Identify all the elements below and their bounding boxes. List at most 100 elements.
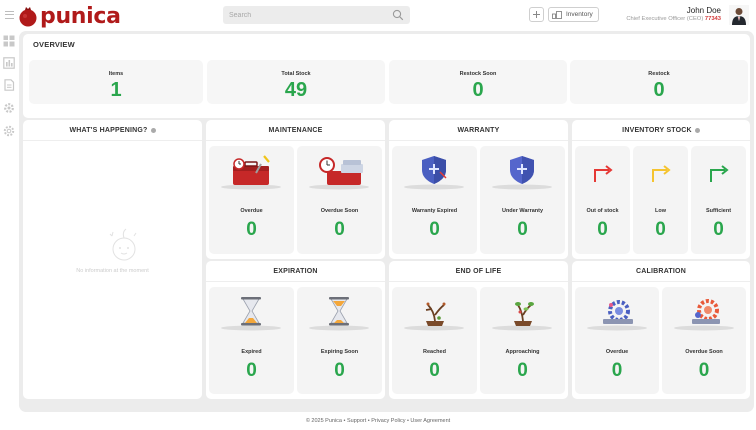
tile-value: 0 <box>611 360 623 381</box>
stat-value: 49 <box>284 79 308 101</box>
stat-value: 1 <box>110 79 122 101</box>
avatar[interactable] <box>729 5 749 25</box>
tile-label: Sufficient <box>705 208 732 214</box>
gear-machine-icon <box>674 299 734 331</box>
dashboard-icon[interactable] <box>3 35 15 47</box>
stat-label: Restock <box>648 71 670 77</box>
tile-label: Overdue Soon <box>320 208 359 214</box>
add-button[interactable] <box>529 7 544 22</box>
tile-label: Warranty Expired <box>411 208 458 214</box>
document-icon[interactable] <box>3 79 15 91</box>
stat-total-stock[interactable]: Total Stock 49 <box>207 60 385 104</box>
under-warranty-tile[interactable]: Under Warranty 0 <box>480 146 565 254</box>
tile-label: Low <box>655 208 666 214</box>
inventory-button-label: Inventory <box>566 11 593 18</box>
chart-icon[interactable] <box>3 57 15 69</box>
whats-happening-title: WHAT'S HAPPENING? <box>23 120 202 140</box>
pomegranate-icon <box>19 7 37 27</box>
tile-label: Expiring Soon <box>320 349 359 355</box>
end-of-life-title: END OF LIFE <box>455 267 502 275</box>
expiration-title: EXPIRATION <box>273 267 318 275</box>
info-icon[interactable] <box>694 127 700 133</box>
calibration-overdue-soon-tile[interactable]: Overdue Soon 0 <box>662 287 746 394</box>
search-input[interactable] <box>229 8 379 22</box>
shield-broken-icon <box>404 156 464 190</box>
sidebar <box>0 32 18 412</box>
inventory-icon <box>552 10 562 19</box>
end-of-life-reached-tile[interactable]: Reached 0 <box>392 287 477 394</box>
tile-value: 0 <box>517 219 528 240</box>
gear-icon[interactable] <box>3 102 15 114</box>
end-of-life-approaching-tile[interactable]: Approaching 0 <box>480 287 565 394</box>
tile-label: Expired <box>241 349 262 355</box>
empty-message: No information at the moment <box>76 268 149 274</box>
stat-restock[interactable]: Restock 0 <box>570 60 748 104</box>
maintenance-overdue-soon-tile[interactable]: Overdue Soon 0 <box>297 146 382 254</box>
search-icon[interactable] <box>392 9 404 21</box>
tile-value: 0 <box>655 219 666 240</box>
overview-title: OVERVIEW <box>33 39 75 49</box>
maintenance-overdue-tile[interactable]: Overdue 0 <box>209 146 294 254</box>
tile-value: 0 <box>713 219 724 240</box>
tile-value: 0 <box>246 219 257 240</box>
inventory-stock-title: INVENTORY STOCK <box>572 120 750 140</box>
calibration-overdue-tile[interactable]: Overdue 0 <box>575 287 659 394</box>
app-name: punica <box>40 3 121 29</box>
user-name[interactable]: John Doe <box>687 6 721 15</box>
stat-label: Restock Soon <box>459 71 497 77</box>
gear-machine-icon <box>587 300 647 331</box>
tile-label: Reached <box>423 349 446 355</box>
shield-icon <box>492 156 552 190</box>
out-of-stock-tile[interactable]: Out of stock 0 <box>575 146 630 254</box>
tile-label: Under Warranty <box>501 208 544 214</box>
low-stock-tile[interactable]: Low 0 <box>633 146 688 254</box>
end-of-life-card: END OF LIFE Reached 0 Approaching 0 <box>389 261 568 399</box>
sufficient-stock-tile[interactable]: Sufficient 0 <box>691 146 746 254</box>
tile-value: 0 <box>334 219 345 240</box>
expired-tile[interactable]: Expired 0 <box>209 287 294 394</box>
settings-icon[interactable] <box>3 125 15 137</box>
tile-label: Overdue <box>240 208 263 214</box>
expiration-card: EXPIRATION Expired 0 Expiring Soon 0 <box>206 261 385 399</box>
tile-value: 0 <box>517 360 528 381</box>
tile-value: 0 <box>698 360 710 381</box>
inventory-button[interactable]: Inventory <box>548 7 599 22</box>
warranty-title: WARRANTY <box>457 126 500 134</box>
info-icon[interactable] <box>150 127 156 133</box>
stat-value: 0 <box>472 79 484 101</box>
tile-value: 0 <box>597 219 608 240</box>
warranty-card: WARRANTY Warranty Expired 0 Under Warran… <box>389 120 568 259</box>
calibration-title: CALIBRATION <box>636 267 686 275</box>
whats-happening-card: WHAT'S HAPPENING? No information at the … <box>23 120 202 399</box>
toolbox-clock-icon <box>309 157 369 190</box>
footer: © 2025 Punica • Support • Privacy Policy… <box>305 418 451 424</box>
tile-label: Overdue Soon <box>685 349 723 355</box>
tile-label: Approaching <box>505 349 540 355</box>
hourglass-icon <box>309 297 369 331</box>
tile-value: 0 <box>246 360 257 381</box>
user-id: 77343 <box>704 16 721 22</box>
tile-label: Out of stock <box>586 208 619 214</box>
stat-label: Total Stock <box>281 71 311 77</box>
withered-plant-icon <box>404 302 464 331</box>
menu-icon[interactable] <box>5 11 14 19</box>
dashboard-main: OVERVIEW Items 1 Total Stock 49 Restock … <box>19 31 754 412</box>
plant-icon <box>492 302 552 331</box>
expiring-soon-tile[interactable]: Expiring Soon 0 <box>297 287 382 394</box>
calibration-card: CALIBRATION Overdue 0 Overdue Soon 0 <box>572 261 750 399</box>
stat-label: Items <box>108 71 124 77</box>
tile-label: Overdue <box>605 349 629 355</box>
hourglass-icon <box>221 297 281 331</box>
search-box <box>223 6 410 24</box>
tile-value: 0 <box>429 219 440 240</box>
empty-state-icon <box>109 228 137 261</box>
stat-items[interactable]: Items 1 <box>29 60 203 104</box>
user-role: Chief Executive Officer (CEO) 77343 <box>626 16 721 22</box>
app-logo[interactable]: punica <box>18 3 121 29</box>
warranty-expired-tile[interactable]: Warranty Expired 0 <box>392 146 477 254</box>
stat-restock-soon[interactable]: Restock Soon 0 <box>389 60 567 104</box>
arrow-right-icon <box>652 165 671 182</box>
tile-value: 0 <box>429 360 440 381</box>
stat-value: 0 <box>653 79 665 101</box>
top-header: punica Inventory John Doe Chief Executiv… <box>0 0 756 32</box>
